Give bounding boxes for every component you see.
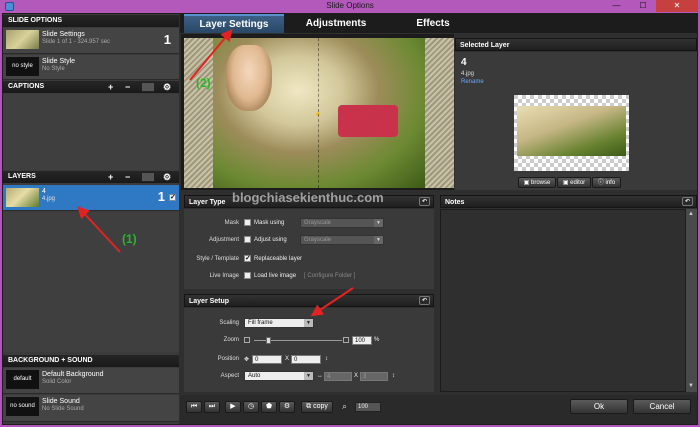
arrow-to-layer-settings — [189, 28, 233, 81]
arrow-to-scaling — [310, 287, 354, 317]
annotation-two: (2) — [196, 76, 211, 90]
arrow-to-layer-item — [77, 206, 121, 253]
annotation-one: (1) — [122, 232, 137, 246]
annotation-arrows — [77, 28, 354, 317]
